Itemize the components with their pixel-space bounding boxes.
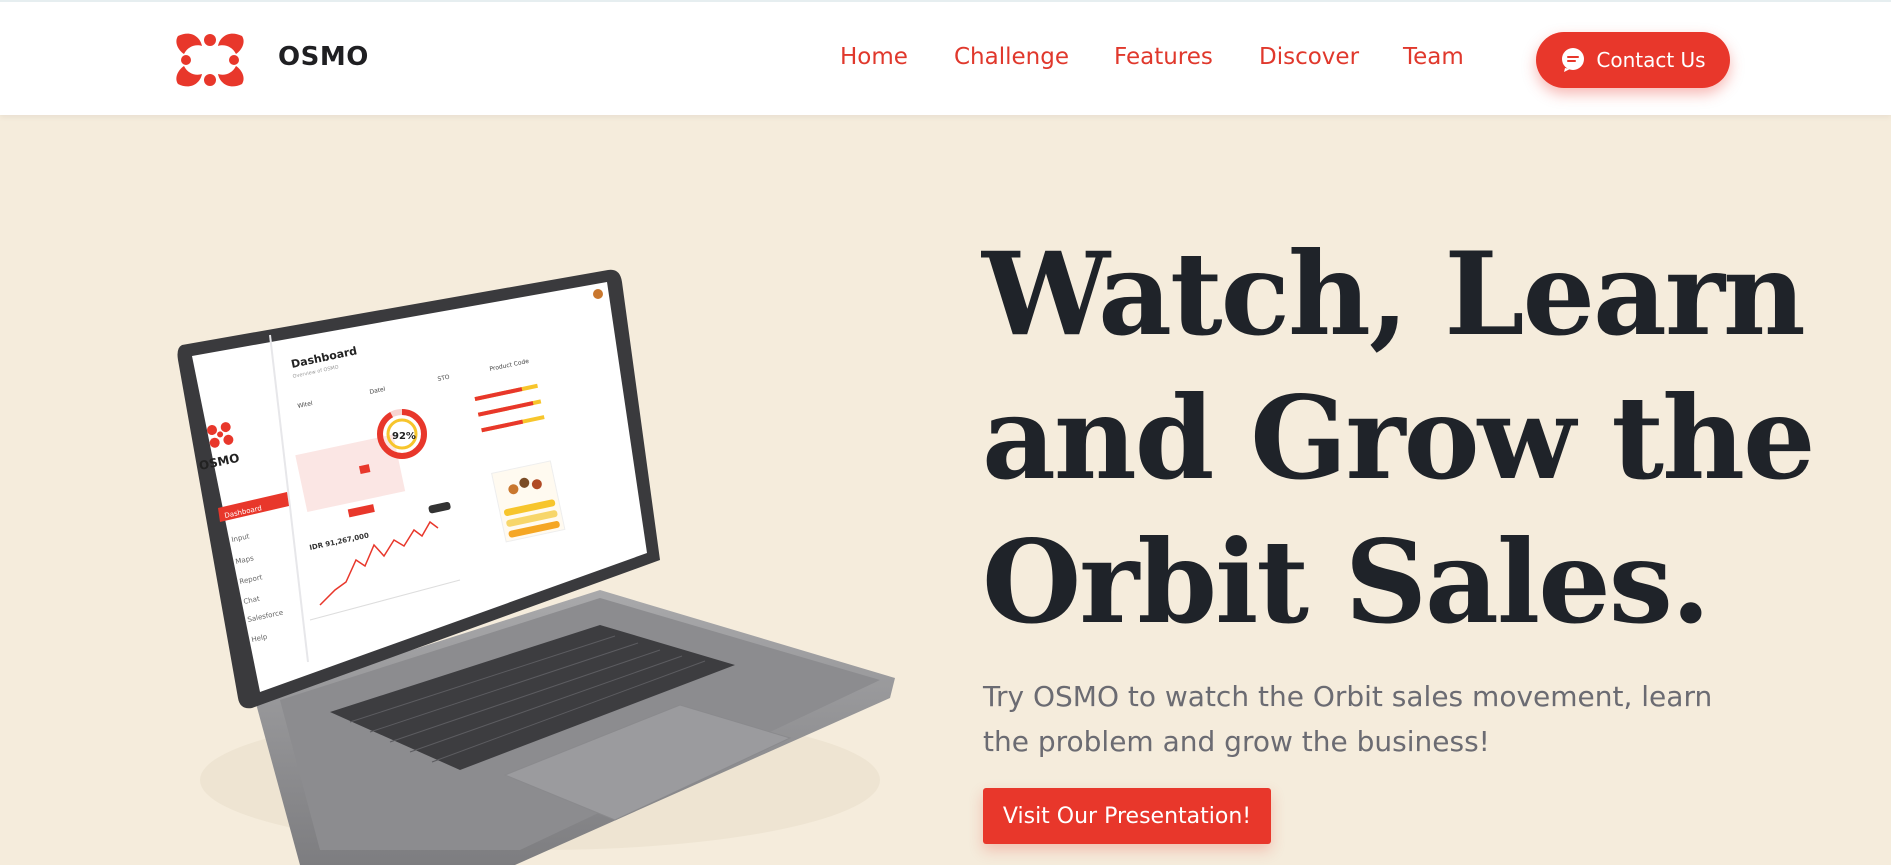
nav-home[interactable]: Home [840,44,908,70]
headline-line-2: and Grow the [982,371,1816,505]
contact-us-button[interactable]: Contact Us [1536,32,1730,88]
nav-team[interactable]: Team [1403,44,1464,70]
contact-us-label: Contact Us [1596,48,1706,72]
headline-line-1: Watch, Learn [982,227,1806,361]
osmo-logo-icon[interactable] [172,30,248,90]
hero-subtext: Try OSMO to watch the Orbit sales moveme… [983,680,1713,758]
hero-headline: Watch, Learn and Grow the Orbit Sales. [982,222,1816,654]
navbar: OSMO Home Challenge Features Discover Te… [0,0,1891,115]
screen-donut-value: 92% [392,431,416,442]
nav-challenge[interactable]: Challenge [954,44,1069,70]
visit-presentation-button[interactable]: Visit Our Presentation! [983,788,1271,844]
brand-name[interactable]: OSMO [278,42,369,72]
laptop-mockup-image: OSMO Dashboard Input Maps Report Chat Sa… [177,269,895,865]
nav-discover[interactable]: Discover [1259,44,1359,70]
chat-bubble-icon [1562,48,1585,72]
headline-line-3: Orbit Sales. [982,515,1711,649]
nav-features[interactable]: Features [1114,44,1213,70]
